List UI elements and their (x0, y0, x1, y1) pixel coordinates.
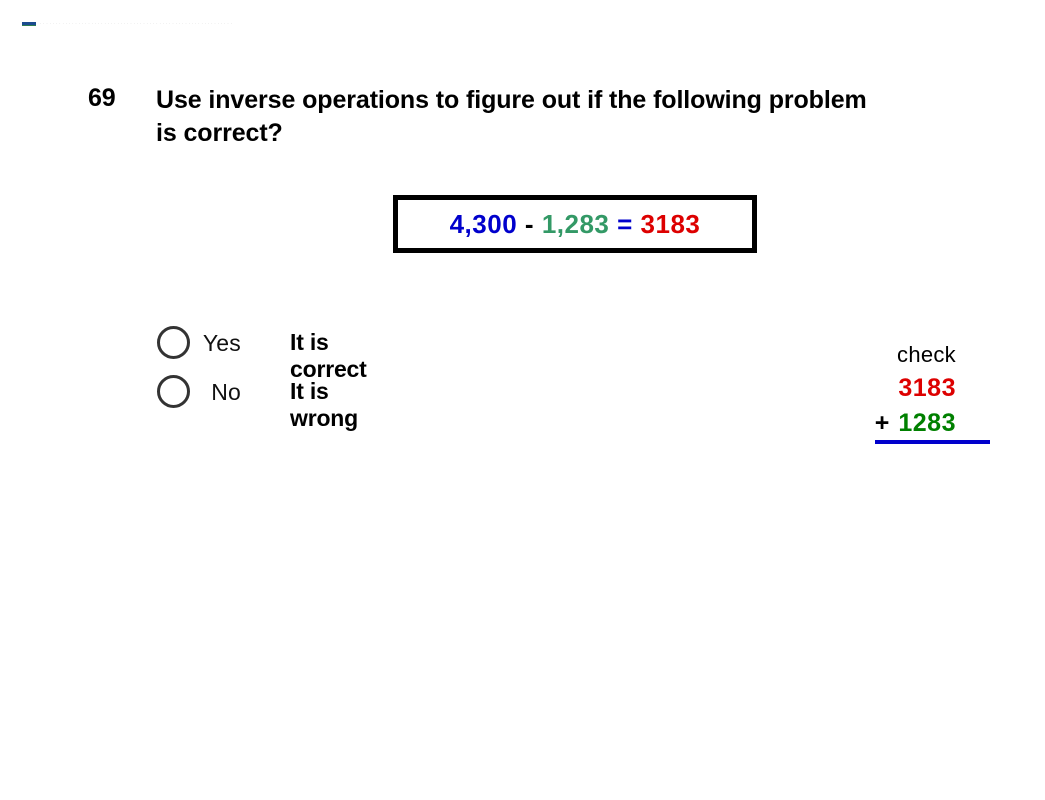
question-number: 69 (88, 84, 116, 112)
check-addend: 1283 (898, 409, 956, 437)
equation-minuend: 4,300 (449, 208, 518, 239)
header-strip: · · · · · · · · · · · · · · · · · · · · … (22, 18, 352, 29)
option-label-yes: It is correct (290, 329, 367, 382)
equation-box: 4,300 - 1,283 = 3183 (393, 195, 757, 253)
check-label: check (897, 342, 956, 367)
page-title: Use inverse operations to figure out if … (156, 86, 867, 148)
check-top-number: 3183 (898, 374, 956, 402)
equation-result: 3183 (640, 208, 701, 239)
check-work: check 3183 +1283 (840, 342, 990, 444)
equation-expression: 4,300 - 1,283 = 3183 (450, 209, 701, 240)
check-addition-row: +1283 (874, 409, 990, 444)
check-plus-sign: + (874, 409, 890, 437)
option-key-no: No (211, 379, 241, 405)
option-key-yes: Yes (202, 330, 241, 356)
equation-operator: - (524, 208, 535, 239)
option-label-no: It is wrong (290, 378, 358, 431)
equation-subtrahend: 1,283 (541, 208, 610, 239)
mini-rule-icon (22, 21, 36, 26)
header-strip-text: · · · · · · · · · · · · · · · · · · · · … (40, 21, 233, 26)
equation-equals: = (617, 208, 633, 239)
